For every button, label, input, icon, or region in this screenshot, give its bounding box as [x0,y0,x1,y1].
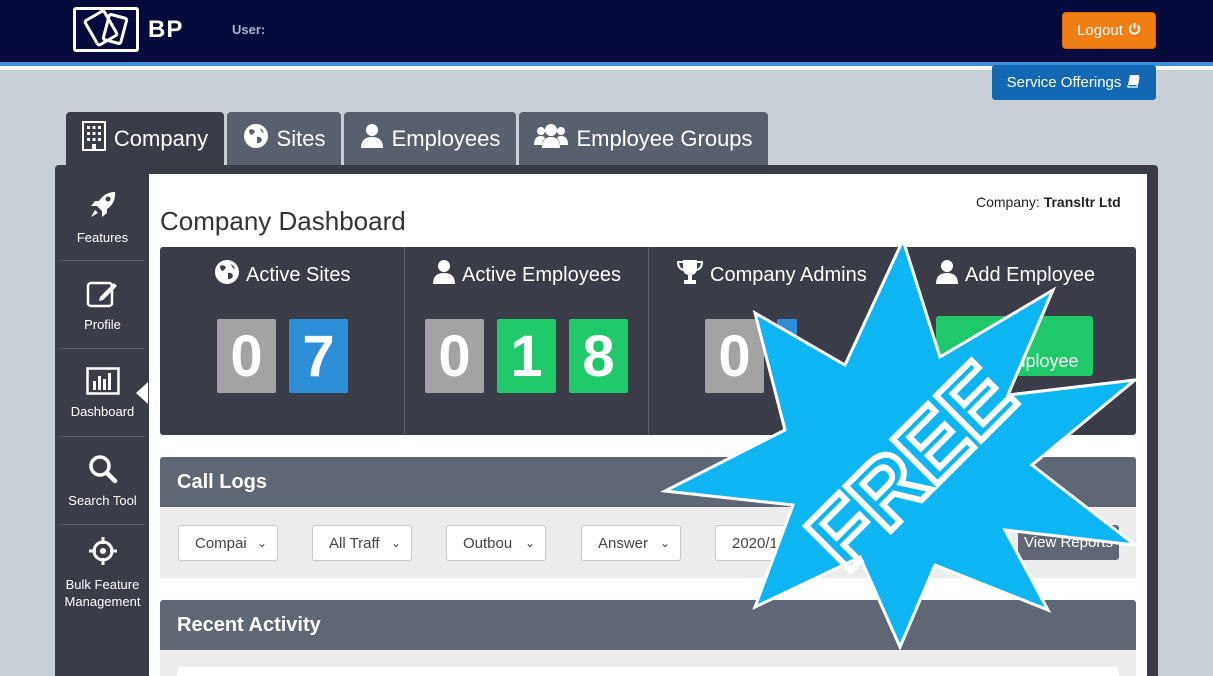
globe-icon [214,259,240,291]
user-icon [360,123,384,155]
active-employees-digit: 8 [569,319,628,393]
recent-activity-list [177,667,1119,676]
sidebar-item-dashboard[interactable]: Dashboard [60,349,145,437]
tab-employee-groups-label: Employee Groups [576,126,753,151]
select-value: All Traff [329,534,380,552]
tab-sites[interactable]: Sites [227,112,341,166]
sidebar-item-label: Search Tool [68,492,137,508]
user-label: User: [232,22,266,37]
active-employees-digit: 1 [497,319,556,393]
book-icon [1127,74,1141,92]
active-sites-digit: 0 [217,319,276,393]
sidebar-item-search-tool[interactable]: Search Tool [60,437,145,525]
tab-company[interactable]: Company [66,112,224,166]
direction-select[interactable]: Outbou ⌄ [446,525,546,561]
edit-icon [86,278,120,311]
service-offerings-label: Service Offerings [1006,74,1122,91]
company-label: Company: [976,194,1040,210]
chevron-down-icon: ⌄ [524,536,535,550]
sidebar-item-profile[interactable]: Profile [60,261,145,349]
sidebar-item-label: Profile [84,316,121,332]
service-offerings-button[interactable]: Service Offerings [992,65,1156,100]
active-sites-title: Active Sites [214,259,350,291]
sidebar-item-bulk-feature-management[interactable]: Bulk Feature Management [60,525,145,621]
logo-icon[interactable] [73,7,139,52]
building-icon [81,121,106,157]
bar-chart-icon [85,366,120,398]
recent-activity-title: Recent Activity [177,613,321,636]
sidebar-item-label: Bulk Feature Management [64,577,141,609]
tab-employees-label: Employees [391,126,501,151]
user-icon [432,259,456,291]
company-select[interactable]: Compai ⌄ [178,525,278,561]
free-badge: FREE [660,235,1140,651]
company-info: Company: Transltr Ltd [976,194,1121,210]
sidebar-item-features[interactable]: Features [60,173,145,261]
power-icon [1128,22,1141,39]
select-value: Compai [195,534,247,552]
active-employees-digit: 0 [425,319,484,393]
crosshair-icon [88,536,118,570]
page-title: Company Dashboard [160,206,406,236]
sidebar-item-label: Dashboard [70,403,135,419]
call-logs-title: Call Logs [177,470,268,493]
search-icon [88,454,118,487]
active-indicator [136,382,148,404]
users-icon [534,123,569,155]
active-sites-label: Active Sites [246,263,351,286]
sidebar-item-label: Features [76,229,129,245]
tab-sites-label: Sites [276,126,326,151]
rocket-icon [87,189,119,224]
active-sites-digit: 7 [289,319,348,393]
tab-company-label: Company [113,126,209,151]
select-value: Outbou [463,534,513,552]
tab-employees[interactable]: Employees [344,112,516,166]
active-employees-title: Active Employees [432,259,621,291]
logout-button[interactable]: Logout [1062,12,1156,49]
select-value: Answer [598,534,649,552]
active-employees-label: Active Employees [462,263,621,286]
company-name: Transltr Ltd [1043,194,1121,210]
chevron-down-icon: ⌄ [256,536,267,550]
globe-icon [243,123,269,155]
tab-employee-groups[interactable]: Employee Groups [519,112,768,166]
logout-label: Logout [1077,22,1123,39]
traffic-select[interactable]: All Traff ⌄ [312,525,412,561]
chevron-down-icon: ⌄ [390,536,401,550]
logo-text: BP [148,16,184,43]
